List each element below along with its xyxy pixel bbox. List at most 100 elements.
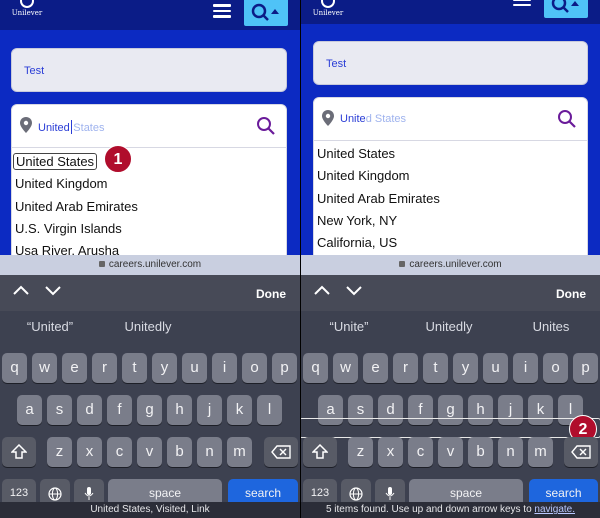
key[interactable]: r — [393, 353, 418, 383]
shift-key[interactable] — [303, 437, 337, 467]
suggestion-word[interactable]: Unites — [521, 319, 581, 334]
suggestion-option[interactable]: U.S. Virgin Islands — [15, 221, 122, 236]
key[interactable]: u — [483, 353, 508, 383]
screenshot-panel-left: Unilever Test United States United States… — [0, 0, 300, 518]
backspace-key[interactable] — [564, 437, 598, 467]
suggestion-word[interactable]: Unitedly — [118, 319, 178, 334]
globe-icon — [48, 487, 62, 501]
key[interactable]: w — [333, 353, 358, 383]
key[interactable]: y — [453, 353, 478, 383]
key[interactable]: k — [227, 395, 252, 425]
microphone-icon — [84, 487, 94, 500]
chevron-up-icon[interactable] — [12, 284, 30, 296]
location-input[interactable]: United States — [313, 97, 588, 141]
key[interactable]: m — [227, 437, 252, 467]
key[interactable]: y — [152, 353, 177, 383]
microphone-icon — [385, 487, 395, 500]
suggestion-option[interactable]: United Arab Emirates — [15, 199, 138, 214]
location-text: United States — [38, 120, 105, 134]
key[interactable]: p — [272, 353, 297, 383]
keyword-field[interactable]: Test — [11, 48, 287, 92]
navigate-link[interactable]: navigate. — [534, 504, 575, 515]
key[interactable]: v — [137, 437, 162, 467]
key[interactable]: x — [77, 437, 102, 467]
key[interactable]: n — [197, 437, 222, 467]
key[interactable]: q — [303, 353, 328, 383]
key[interactable]: z — [47, 437, 72, 467]
suggestion-option[interactable]: California, US — [317, 235, 397, 250]
key[interactable]: c — [107, 437, 132, 467]
done-button[interactable]: Done — [556, 287, 586, 301]
key[interactable]: w — [32, 353, 57, 383]
key[interactable]: r — [92, 353, 117, 383]
key[interactable]: s — [47, 395, 72, 425]
key[interactable]: a — [17, 395, 42, 425]
key[interactable]: e — [62, 353, 87, 383]
location-pin-icon — [20, 117, 32, 133]
key[interactable]: q — [2, 353, 27, 383]
key[interactable]: e — [363, 353, 388, 383]
key[interactable]: t — [423, 353, 448, 383]
location-pin-icon — [322, 110, 334, 126]
location-suggestions: United States United Kingdom United Arab… — [11, 148, 287, 258]
key[interactable]: u — [182, 353, 207, 383]
suggestion-word[interactable]: “Unite” — [319, 319, 379, 334]
done-button[interactable]: Done — [256, 287, 286, 301]
suggestion-option[interactable]: United States — [317, 146, 395, 161]
on-screen-keyboard: Done “United” Unitedly q w e r t y u i o… — [0, 275, 300, 518]
chevron-down-icon[interactable] — [345, 284, 363, 296]
key[interactable]: l — [257, 395, 282, 425]
keyboard-accessory-bar: Done — [0, 275, 300, 311]
voiceover-caption: 5 items found. Use up and down arrow key… — [301, 502, 600, 518]
key[interactable]: t — [122, 353, 147, 383]
location-input[interactable]: United States — [11, 104, 287, 148]
key[interactable]: o — [242, 353, 267, 383]
key[interactable]: b — [167, 437, 192, 467]
unilever-logo[interactable]: Unilever — [10, 0, 44, 24]
search-toggle-button[interactable] — [544, 0, 588, 18]
backspace-icon — [571, 445, 591, 459]
chevron-down-icon[interactable] — [44, 284, 62, 296]
chevron-up-icon[interactable] — [313, 284, 331, 296]
key[interactable]: z — [348, 437, 373, 467]
suggestion-option[interactable]: New York, NY — [317, 213, 397, 228]
key[interactable]: x — [378, 437, 403, 467]
key[interactable]: b — [468, 437, 493, 467]
site-header: Unilever — [0, 0, 300, 30]
key[interactable]: c — [408, 437, 433, 467]
suggestion-word[interactable]: Unitedly — [419, 319, 479, 334]
search-icon[interactable] — [256, 116, 276, 136]
on-screen-keyboard: Done “Unite” Unitedly Unites q w e r t y… — [301, 275, 600, 518]
key[interactable]: g — [137, 395, 162, 425]
address-bar[interactable]: careers.unilever.com — [0, 255, 300, 275]
key[interactable]: n — [498, 437, 523, 467]
hamburger-menu-icon[interactable] — [513, 0, 531, 14]
hamburger-menu-icon[interactable] — [213, 2, 231, 20]
key[interactable]: p — [573, 353, 598, 383]
suggestion-option[interactable]: United Kingdom — [317, 168, 410, 183]
key[interactable]: d — [77, 395, 102, 425]
backspace-key[interactable] — [264, 437, 298, 467]
shift-key[interactable] — [2, 437, 36, 467]
search-toggle-button[interactable] — [244, 0, 288, 26]
key[interactable]: j — [197, 395, 222, 425]
key[interactable]: f — [107, 395, 132, 425]
suggestion-word[interactable]: “United” — [20, 319, 80, 334]
search-icon[interactable] — [557, 109, 577, 129]
suggestion-option[interactable]: United Kingdom — [15, 176, 108, 191]
suggestion-option[interactable]: United States — [13, 153, 98, 170]
address-bar[interactable]: careers.unilever.com — [301, 255, 600, 275]
unilever-logo[interactable]: Unilever — [311, 0, 345, 24]
key[interactable]: i — [212, 353, 237, 383]
logo-mark-icon — [321, 0, 335, 8]
location-suggestions: United States United Kingdom United Arab… — [313, 141, 588, 255]
keyword-field[interactable]: Test — [313, 41, 588, 85]
suggestion-option[interactable]: United Arab Emirates — [317, 191, 440, 206]
globe-icon — [349, 487, 363, 501]
key[interactable]: i — [513, 353, 538, 383]
lock-icon — [98, 261, 105, 267]
key[interactable]: h — [167, 395, 192, 425]
key[interactable]: v — [438, 437, 463, 467]
key[interactable]: m — [528, 437, 553, 467]
key[interactable]: o — [543, 353, 568, 383]
